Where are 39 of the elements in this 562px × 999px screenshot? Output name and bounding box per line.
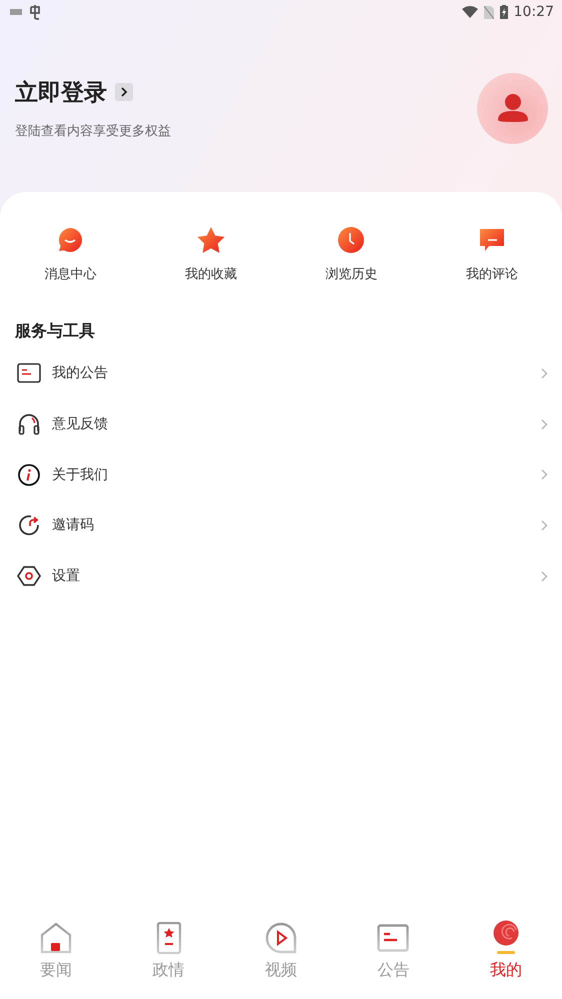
document-icon — [156, 922, 182, 954]
nav-tab[interactable]: 我的 — [450, 919, 562, 999]
shortcut-label[interactable]: 我的评论 — [466, 265, 518, 283]
share-icon — [18, 514, 40, 536]
keyboard-icon — [10, 9, 22, 15]
play-icon — [264, 922, 297, 954]
comment-icon — [478, 227, 506, 253]
shortcut-label[interactable]: 消息中心 — [44, 265, 96, 283]
chevron-icon — [541, 520, 548, 531]
login-title[interactable]: 立即登录 — [15, 76, 107, 108]
login-subtitle: 登陆查看内容享受更多权益 — [15, 122, 171, 140]
chevron-icon — [541, 368, 548, 379]
chat-icon — [56, 226, 84, 254]
section-title: 服务与工具 — [15, 321, 96, 342]
clock-time: 10:27 — [514, 4, 554, 20]
info-icon — [18, 464, 40, 486]
wifi-icon — [462, 6, 478, 18]
menu-item[interactable]: 设置 — [0, 550, 562, 602]
battery-icon — [500, 5, 508, 19]
app-icon — [28, 4, 42, 20]
chevron-icon[interactable] — [115, 83, 133, 101]
chevron-icon — [541, 418, 548, 430]
headset-icon — [18, 413, 40, 436]
star-icon — [196, 226, 226, 254]
notice-icon — [377, 924, 410, 952]
settings-icon — [17, 566, 41, 586]
menu-item[interactable]: 我的公告 — [0, 348, 562, 399]
notice-icon — [17, 363, 41, 384]
clock-icon — [337, 226, 366, 254]
chevron-icon — [541, 570, 548, 582]
shortcut-label[interactable]: 我的收藏 — [184, 265, 237, 283]
home-icon — [40, 922, 72, 954]
profile-icon — [492, 920, 520, 956]
chevron-icon — [541, 469, 548, 480]
menu-item[interactable]: 关于我们 — [0, 449, 562, 500]
shortcut-label[interactable]: 浏览历史 — [325, 265, 378, 283]
no-sim-icon — [484, 6, 494, 18]
menu-item[interactable]: 邀请码 — [0, 500, 562, 551]
menu-item[interactable]: 意见反馈 — [0, 398, 562, 450]
